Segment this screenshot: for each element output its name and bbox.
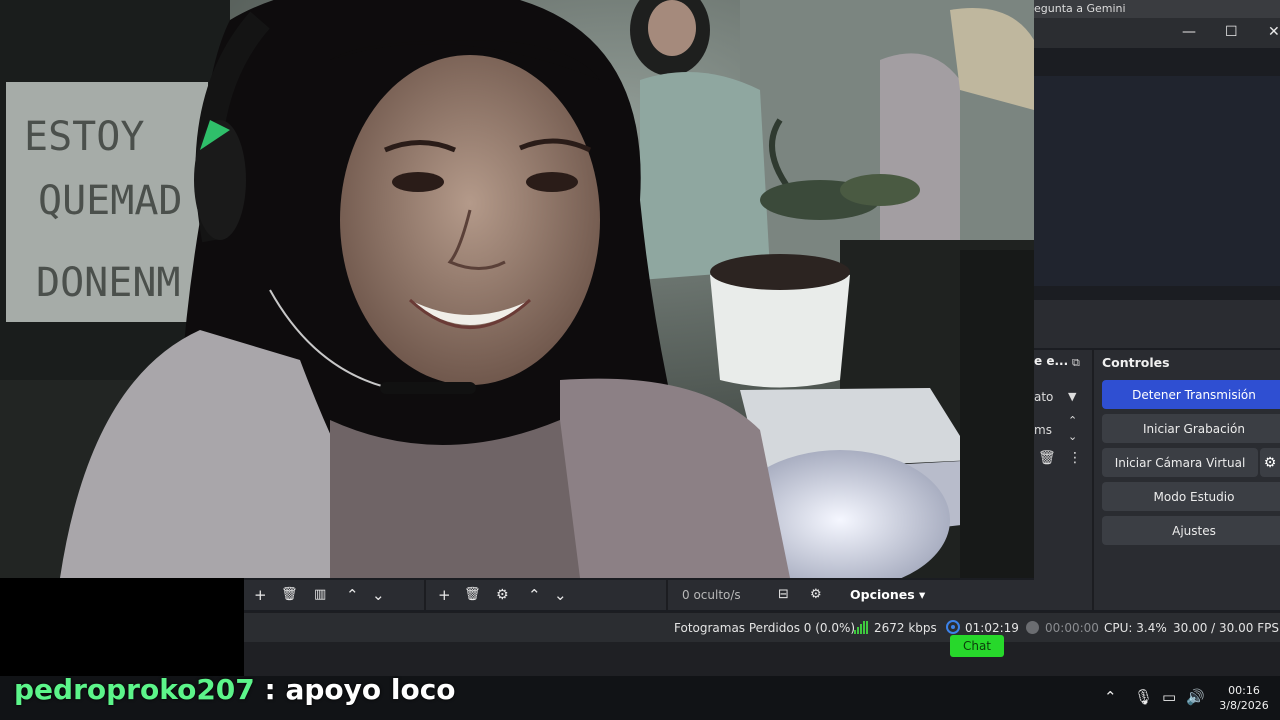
microphone-icon[interactable]: 🎙 — [1134, 688, 1153, 706]
obs-bottom-strip — [244, 642, 1280, 676]
maximize-icon[interactable]: ☐ — [1225, 24, 1238, 40]
webcam-video-feed: ESTOY QUEMAD DONENM — [0, 0, 1034, 578]
clock-time: 00:16 — [1228, 684, 1260, 697]
chat-message-text: : apoyo loco — [254, 673, 456, 706]
sign-line-3: DONENM — [36, 260, 181, 306]
status-bar: Fotogramas Perdidos 0 (0.0%) 2672 kbps 0… — [244, 612, 1280, 642]
cpu-status: CPU: 3.4% — [1104, 621, 1167, 635]
controls-dock-header: Controles — [1102, 355, 1170, 370]
stop-stream-button[interactable]: Detener Transmisión — [1102, 380, 1280, 409]
dock-popout-icon[interactable]: ⧉ — [1072, 356, 1080, 370]
sources-dock-header: e e... — [1034, 354, 1069, 368]
dropdown-chevron-icon[interactable]: ▼ — [1068, 390, 1076, 403]
minimize-icon[interactable]: — — [1182, 24, 1196, 40]
start-recording-button[interactable]: Iniciar Grabación — [1102, 414, 1280, 443]
sign-line-2: QUEMAD — [38, 178, 183, 224]
chat-button[interactable]: Chat — [950, 635, 1004, 657]
desktop-left-area — [0, 578, 244, 678]
sources-row-2[interactable]: ms — [1034, 423, 1052, 437]
webcam-scene: ESTOY QUEMAD DONENM — [0, 0, 1034, 578]
source-properties-gear-icon[interactable]: ⚙ — [496, 585, 509, 605]
add-scene-icon[interactable]: + — [254, 585, 267, 605]
mixer-layout-icon[interactable]: ⊟ — [778, 585, 789, 605]
chevron-down-icon[interactable]: ⌄ — [1068, 430, 1077, 443]
clock-date: 3/8/2026 — [1219, 699, 1269, 712]
sources-dock: e e... ⧉ ato ▼ ms ⌃ ⌄ 🗑 ⋮ — [1034, 350, 1092, 610]
streaming-live-icon — [946, 620, 960, 634]
add-source-icon[interactable]: + — [438, 585, 451, 605]
move-up-icon[interactable]: ⌃ — [346, 585, 359, 605]
scenes-toolbar: + 🗑 ▥ ⌃ ⌄ — [244, 580, 426, 610]
recording-indicator-icon — [1026, 621, 1039, 634]
source-up-icon[interactable]: ⌃ — [528, 585, 541, 605]
controls-dock: Controles Detener Transmisión Iniciar Gr… — [1092, 350, 1280, 610]
volume-icon[interactable]: 🔊 — [1186, 688, 1205, 706]
browser-tab-gemini[interactable]: egunta a Gemini — [1034, 0, 1280, 18]
dropped-frames-status: Fotogramas Perdidos 0 (0.0%) — [674, 621, 856, 635]
network-signal-icon — [854, 621, 868, 634]
chevron-up-icon[interactable]: ⌃ — [1068, 414, 1077, 427]
source-down-icon[interactable]: ⌄ — [554, 585, 567, 605]
chat-overlay-message: pedroproko207 : apoyo loco — [14, 672, 456, 708]
start-virtual-camera-button[interactable]: Iniciar Cámara Virtual — [1102, 448, 1258, 477]
virtual-camera-settings-gear-icon[interactable]: ⚙ — [1260, 448, 1280, 477]
tray-overflow-icon[interactable]: ⌃ — [1104, 688, 1117, 706]
trash-icon[interactable]: 🗑 — [1038, 450, 1056, 466]
hidden-count-label: 0 oculto/s — [682, 588, 741, 602]
advanced-audio-gear-icon[interactable]: ⚙ — [810, 585, 822, 605]
stream-time-status: 01:02:19 — [965, 621, 1019, 635]
remove-source-icon[interactable]: 🗑 — [464, 585, 481, 605]
settings-button[interactable]: Ajustes — [1102, 516, 1280, 545]
chat-username: pedroproko207 — [14, 673, 255, 706]
sign-line-1: ESTOY — [24, 114, 144, 160]
obs-panel-gap — [1034, 300, 1280, 348]
record-time-status: 00:00:00 — [1045, 621, 1099, 635]
obs-preview-area — [1034, 76, 1280, 286]
more-vertical-icon[interactable]: ⋮ — [1068, 450, 1082, 466]
bitrate-status: 2672 kbps — [874, 621, 937, 635]
scene-filter-icon[interactable]: ▥ — [314, 585, 326, 605]
move-down-icon[interactable]: ⌄ — [372, 585, 385, 605]
remove-scene-icon[interactable]: 🗑 — [281, 585, 298, 605]
dock-toolbar: + 🗑 ▥ ⌃ ⌄ + 🗑 ⚙ ⌃ ⌄ 0 oculto/s ⊟ ⚙ Opcio… — [244, 580, 1034, 610]
network-icon[interactable]: ▭ — [1162, 688, 1176, 706]
browser-tab-title: egunta a Gemini — [1034, 2, 1126, 15]
sources-row-1[interactable]: ato — [1034, 390, 1053, 404]
options-label: Opciones — [850, 587, 915, 602]
close-icon[interactable]: ✕ — [1268, 24, 1280, 40]
taskbar-clock[interactable]: 00:16 3/8/2026 — [1214, 683, 1274, 713]
studio-mode-button[interactable]: Modo Estudio — [1102, 482, 1280, 511]
mixer-toolbar: 0 oculto/s ⊟ ⚙ Opciones ▾ — [670, 580, 1034, 610]
options-menu[interactable]: Opciones ▾ — [850, 587, 925, 602]
sources-toolbar: + 🗑 ⚙ ⌃ ⌄ — [428, 580, 668, 610]
fps-status: 30.00 / 30.00 FPS — [1173, 621, 1279, 635]
